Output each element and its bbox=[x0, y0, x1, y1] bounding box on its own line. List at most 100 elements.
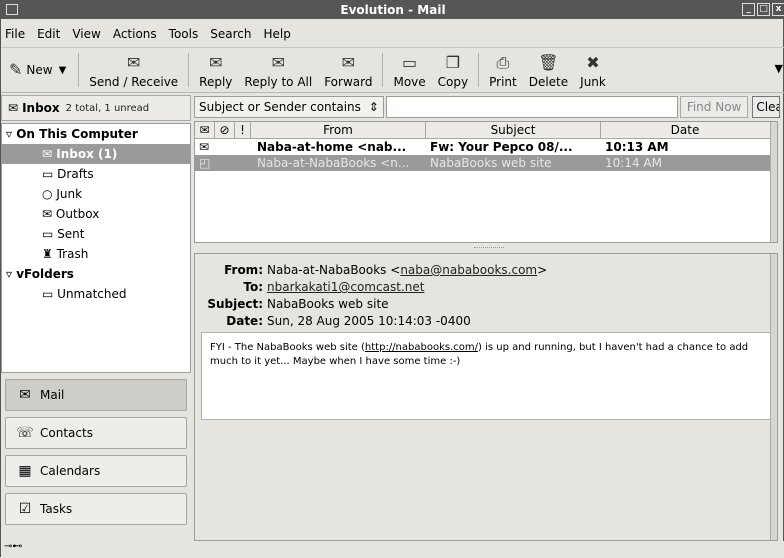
junk-label: Junk bbox=[580, 75, 606, 89]
new-label: New bbox=[26, 63, 53, 77]
search-scope-select[interactable]: Subject or Sender contains ⇕ bbox=[194, 96, 384, 118]
folder-icon: ▭ bbox=[42, 167, 54, 181]
folder-junk[interactable]: ○ Junk bbox=[2, 184, 190, 204]
switcher-mail[interactable]: ✉ Mail bbox=[5, 379, 187, 411]
menu-tools[interactable]: Tools bbox=[169, 27, 199, 41]
maximize-icon[interactable]: □ bbox=[757, 3, 770, 16]
pane-resize-handle[interactable] bbox=[474, 247, 504, 250]
window-title: Evolution - Mail bbox=[340, 3, 446, 17]
unread-mail-icon: ✉ bbox=[199, 140, 210, 154]
inbox-icon: ✉ bbox=[42, 147, 53, 161]
menu-file[interactable]: File bbox=[5, 27, 25, 41]
toolbar-separator bbox=[382, 53, 384, 87]
from-email-link[interactable]: naba@nababooks.com bbox=[400, 262, 537, 279]
reply-button[interactable]: ✉ Reply bbox=[193, 48, 238, 92]
header-date: Date: Sun, 28 Aug 2005 10:14:03 -0400 bbox=[226, 314, 471, 328]
folder-header-title: Inbox bbox=[22, 101, 60, 115]
search-input[interactable] bbox=[385, 96, 678, 118]
sidebar: ✉ Inbox 2 total, 1 unread ▿ On This Comp… bbox=[1, 95, 191, 541]
menu-actions[interactable]: Actions bbox=[113, 27, 157, 41]
forward-button[interactable]: ✉ Forward bbox=[318, 48, 378, 92]
folder-outbox[interactable]: ✉ Outbox bbox=[2, 204, 190, 224]
message-row[interactable]: ◰ Naba-at-NabaBooks <n... NabaBooks web … bbox=[195, 155, 777, 171]
delete-label: Delete bbox=[528, 75, 569, 89]
print-label: Print bbox=[489, 75, 517, 89]
new-icon: ✎ bbox=[9, 60, 23, 79]
toolbar-overflow-icon[interactable]: ▼ bbox=[775, 62, 783, 75]
new-button[interactable]: ✎ New ▼ bbox=[1, 48, 74, 92]
folder-unmatched[interactable]: ▭ Unmatched bbox=[2, 284, 190, 304]
folder-inbox[interactable]: ✉ Inbox (1) bbox=[2, 144, 190, 164]
menu-view[interactable]: View bbox=[72, 27, 100, 41]
folder-sent[interactable]: ▭ Sent bbox=[2, 224, 190, 244]
folder-group-local[interactable]: ▿ On This Computer bbox=[2, 124, 190, 144]
junk-icon: ✖ bbox=[586, 53, 600, 72]
preview-pane: From: Naba-at-NabaBooks < naba@nababooks.… bbox=[194, 253, 778, 541]
copy-label: Copy bbox=[437, 75, 469, 89]
clear-button[interactable]: Clear bbox=[752, 96, 781, 118]
column-subject[interactable]: Subject bbox=[426, 122, 601, 138]
menu-bar: File Edit View Actions Tools Search Help bbox=[1, 23, 784, 45]
evolution-window: Evolution - Mail _ □ x File Edit View Ac… bbox=[0, 0, 784, 558]
read-mail-icon: ◰ bbox=[199, 156, 211, 170]
move-label: Move bbox=[393, 75, 426, 89]
reply-all-button[interactable]: ✉ Reply to All bbox=[238, 48, 318, 92]
menu-help[interactable]: Help bbox=[263, 27, 290, 41]
toolbar-separator bbox=[78, 53, 80, 87]
status-bar: ⊸⊷ bbox=[1, 541, 784, 558]
folder-group-vfolders[interactable]: ▿ vFolders bbox=[2, 264, 190, 284]
junk-button[interactable]: ✖ Junk bbox=[574, 48, 612, 92]
forward-label: Forward bbox=[324, 75, 373, 89]
message-list-scrollbar[interactable] bbox=[770, 122, 777, 242]
menu-edit[interactable]: Edit bbox=[37, 27, 60, 41]
chevron-down-icon[interactable]: ▼ bbox=[59, 65, 67, 76]
delete-button[interactable]: 🗑 Delete bbox=[523, 48, 574, 92]
column-from[interactable]: From bbox=[251, 122, 426, 138]
online-status-icon[interactable]: ⊸⊷ bbox=[4, 541, 22, 552]
forward-icon: ✉ bbox=[341, 53, 356, 72]
folder-trash[interactable]: ♜ Trash bbox=[2, 244, 190, 264]
folder-icon: ▭ bbox=[42, 287, 54, 301]
print-button[interactable]: ⎙ Print bbox=[483, 48, 523, 92]
copy-button[interactable]: ❐ Copy bbox=[432, 48, 474, 92]
find-now-button[interactable]: Find Now bbox=[679, 96, 749, 118]
search-bar: Subject or Sender contains ⇕ Find Now Cl… bbox=[194, 95, 784, 119]
window-controls: _ □ x bbox=[742, 3, 784, 16]
switcher-tasks[interactable]: ☑ Tasks bbox=[5, 493, 187, 525]
main-area: Subject or Sender contains ⇕ Find Now Cl… bbox=[194, 95, 784, 541]
to-email-link[interactable]: nbarkakati1@comcast.net bbox=[267, 279, 424, 296]
folder-drafts[interactable]: ▭ Drafts bbox=[2, 164, 190, 184]
window-menu-icon[interactable] bbox=[6, 4, 18, 15]
folder-icon: ▭ bbox=[42, 227, 54, 241]
menu-search[interactable]: Search bbox=[210, 27, 251, 41]
header-subject: Subject: NabaBooks web site bbox=[207, 297, 389, 311]
print-icon: ⎙ bbox=[496, 53, 510, 72]
reply-all-icon: ✉ bbox=[271, 53, 285, 72]
expander-icon[interactable]: ▿ bbox=[6, 127, 12, 141]
priority-column-icon[interactable]: ! bbox=[235, 122, 251, 138]
junk-folder-icon: ○ bbox=[42, 187, 53, 201]
send-receive-button[interactable]: ✉ Send / Receive bbox=[83, 48, 184, 92]
outbox-icon: ✉ bbox=[42, 207, 53, 221]
reply-all-label: Reply to All bbox=[244, 75, 313, 89]
preview-scrollbar[interactable] bbox=[770, 254, 777, 540]
switcher-calendars[interactable]: ▦ Calendars bbox=[5, 455, 187, 487]
status-column-icon[interactable]: ✉ bbox=[195, 122, 215, 138]
expander-icon[interactable]: ▿ bbox=[6, 267, 12, 281]
close-icon[interactable]: x bbox=[772, 3, 784, 16]
column-date[interactable]: Date bbox=[601, 122, 769, 138]
toolbar: ✎ New ▼ ✉ Send / Receive ✉ Reply ✉ Reply… bbox=[1, 47, 784, 93]
toolbar-separator bbox=[478, 53, 480, 87]
attachment-column-icon[interactable]: ⊘ bbox=[215, 122, 235, 138]
reply-icon: ✉ bbox=[209, 53, 223, 72]
minimize-icon[interactable]: _ bbox=[742, 3, 755, 16]
body-link[interactable]: http://nababooks.com/ bbox=[365, 342, 478, 353]
message-row[interactable]: ✉ Naba-at-home <nab... Fw: Your Pepco 08… bbox=[195, 139, 777, 155]
copy-icon: ❐ bbox=[445, 53, 461, 72]
switcher-contacts[interactable]: ☏ Contacts bbox=[5, 417, 187, 449]
folder-header-count: 2 total, 1 unread bbox=[65, 102, 150, 114]
calendar-icon: ▦ bbox=[18, 463, 32, 479]
title-bar: Evolution - Mail _ □ x bbox=[1, 1, 784, 19]
message-headers: From: Naba-at-NabaBooks < naba@nababooks.… bbox=[201, 262, 547, 330]
move-button[interactable]: ▭ Move bbox=[387, 48, 431, 92]
